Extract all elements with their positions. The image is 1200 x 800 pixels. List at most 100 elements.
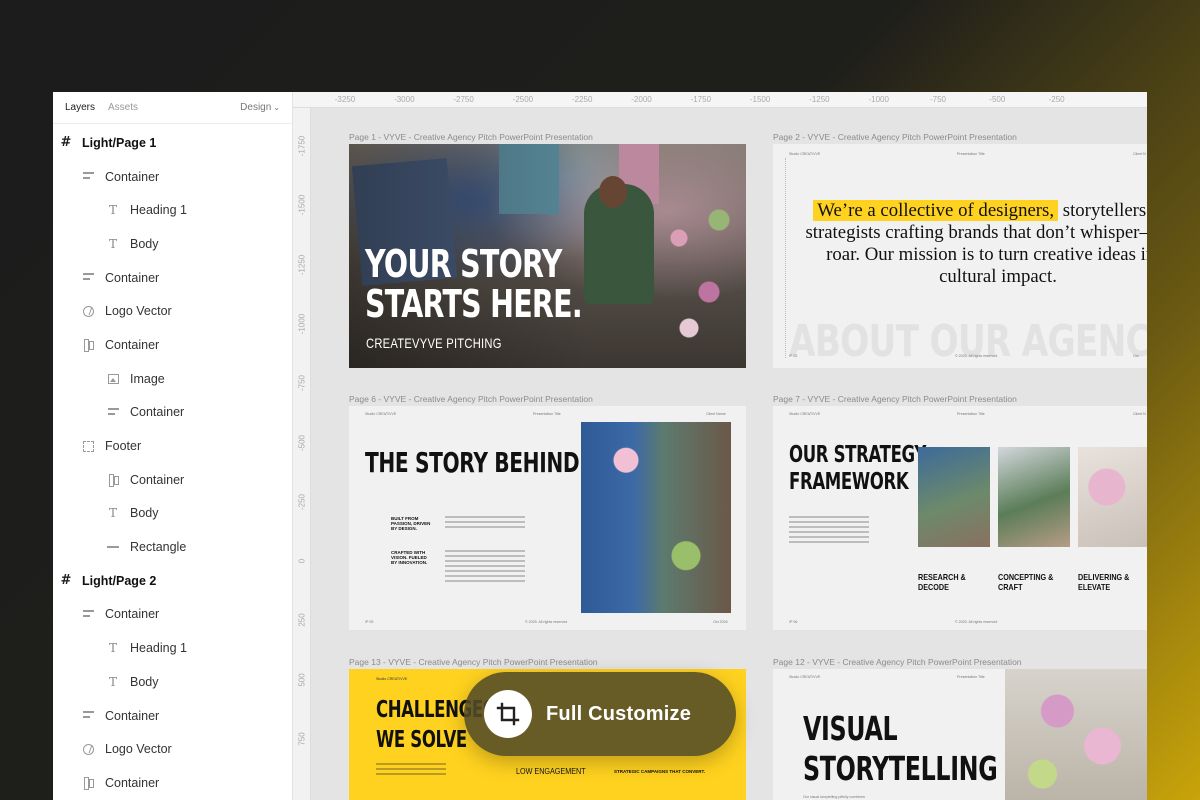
layer-row-light-page-2[interactable]: # Light/Page 2 (53, 564, 292, 598)
full-customize-label: Full Customize (546, 702, 692, 725)
layer-row-container[interactable]: Container (53, 766, 292, 800)
frame-icon: # (60, 573, 72, 589)
layer-label: Rectangle (130, 540, 187, 555)
full-customize-badge[interactable]: Full Customize (464, 672, 736, 756)
copyright: © 2025. All rights reserved (955, 620, 998, 624)
layer-label: Container (130, 472, 185, 487)
vertical-container-icon (106, 473, 120, 488)
layer-label: Container (105, 607, 160, 622)
layer-row-logo-vector[interactable]: Logo Vector (53, 294, 292, 328)
ruler-tick-label: -250 (1048, 95, 1065, 104)
low-engagement-label: LOW ENGAGEMENT (516, 767, 586, 776)
text-icon: T (108, 203, 117, 218)
page-number: /P 05 (365, 620, 374, 624)
vision-caption: CRAFTED WITH VISION. FUELED BY INNOVATIO… (391, 550, 428, 566)
layer-row-light-page-1[interactable]: # Light/Page 1 (53, 126, 292, 160)
slide-page6[interactable]: Studio CREATIVVE Presentation Title Clie… (349, 406, 746, 630)
layer-row-heading-1[interactable]: T Heading 1 (53, 193, 292, 227)
agency-quote: We’re a collective of designers, storyte… (803, 200, 1147, 288)
strategy-title-line1: OUR STRATEGY (789, 442, 927, 468)
layer-row-container[interactable]: Container (53, 699, 292, 733)
layer-row-body[interactable]: T Body (53, 227, 292, 261)
layer-row-body[interactable]: T Body (53, 497, 292, 531)
image-icon (106, 372, 120, 386)
visual-caption: Our visual storytelling pitfully combine… (803, 795, 865, 799)
strategic-campaigns-label: STRATEGIC CAMPAIGNS THAT CONVERT. (614, 769, 705, 774)
page-number: /P 02 (789, 354, 798, 358)
strategy-image-deliver (1078, 447, 1147, 547)
layer-label: Heading 1 (130, 641, 187, 656)
slide-page1[interactable]: YOUR STORY STARTS HERE. CREATEVYVE PITCH… (349, 144, 746, 368)
slide-page2[interactable]: Studio CREATIVVE Presentation Title Clie… (773, 144, 1147, 368)
presentation-title: Presentation Title (957, 412, 985, 416)
hero-title-line1: YOUR STORY (365, 242, 562, 286)
body-paragraph (445, 550, 525, 585)
frame-label-page12[interactable]: Page 12 - VYVE - Creative Agency Pitch P… (773, 657, 1022, 667)
presentation-title: Presentation Title (957, 675, 985, 679)
ruler-tick-label: -2250 (571, 95, 593, 104)
top-ruler: -3250 -3000 -2750 -2500 -2250 -2000 -1750 -1500… (293, 92, 1147, 108)
story-title: THE STORY BEHIND (365, 446, 580, 479)
logo-vector-icon (81, 304, 95, 318)
layer-label: Heading 1 (130, 203, 187, 218)
slide-page7[interactable]: Studio CREATIVVE Presentation Title Clie… (773, 406, 1147, 630)
ruler-tick-label: 750 (297, 732, 307, 746)
strategy-image-research (918, 447, 990, 547)
ghost-heading: ABOUT OUR AGENCY (789, 316, 1147, 367)
frame-label-page6[interactable]: Page 6 - VYVE - Creative Agency Pitch Po… (349, 394, 593, 404)
layer-label: Container (105, 169, 160, 184)
frame-label-page1[interactable]: Page 1 - VYVE - Creative Agency Pitch Po… (349, 132, 593, 142)
layer-row-footer[interactable]: Footer (53, 429, 292, 463)
layer-label: Light/Page 2 (82, 573, 157, 588)
layer-row-container[interactable]: Container (53, 160, 292, 194)
crop-icon-wrap (484, 690, 532, 738)
text-icon: T (108, 506, 117, 521)
tab-layers[interactable]: Layers (65, 102, 95, 113)
layer-label: Body (130, 236, 159, 251)
layer-row-body[interactable]: T Body (53, 665, 292, 699)
slide-page12[interactable]: Studio CREATIVVE Presentation Title VISU… (773, 669, 1147, 800)
layer-row-image[interactable]: Image (53, 362, 292, 396)
ruler-tick-label: -1750 (690, 95, 712, 104)
hero-title-line2: STARTS HERE. (365, 282, 583, 326)
layer-row-container[interactable]: Container (53, 328, 292, 362)
body-paragraph (376, 763, 446, 778)
presentation-title: Presentation Title (957, 152, 985, 156)
presentation-title: Presentation Title (533, 412, 561, 416)
frame-label-page7[interactable]: Page 7 - VYVE - Creative Agency Pitch Po… (773, 394, 1017, 404)
layer-label: Light/Page 1 (82, 135, 157, 150)
deliver-heading-line1: DELIVERING & (1078, 572, 1130, 582)
layer-row-logo-vector[interactable]: Logo Vector (53, 732, 292, 766)
ruler-tick-label: -250 (297, 493, 307, 510)
frame-label-page13[interactable]: Page 13 - VYVE - Creative Agency Pitch P… (349, 657, 598, 667)
studio-name: Studio CREATIVVE (365, 412, 397, 416)
ruler-tick-label: -1250 (297, 254, 307, 275)
logo-vector-icon (81, 742, 95, 756)
tab-assets[interactable]: Assets (108, 102, 138, 113)
layer-row-container[interactable]: Container (53, 396, 292, 430)
deliver-heading: DELIVERING & ELEVATE (1078, 572, 1129, 592)
layer-label: Logo Vector (105, 742, 172, 757)
ruler-tick-label: -1000 (868, 95, 889, 104)
layer-label: Container (130, 405, 185, 420)
layer-row-rectangle[interactable]: Rectangle (53, 530, 292, 564)
visual-title: VISUAL STORYTELLING (803, 709, 998, 789)
ruler-tick-label: -2500 (512, 95, 534, 104)
layer-label: Container (105, 708, 160, 723)
strategy-title: OUR STRATEGY FRAMEWORK (789, 442, 926, 496)
ruler-tick-label: 500 (297, 673, 307, 687)
concept-heading: CONCEPTING & CRAFT (998, 572, 1053, 592)
container-icon (106, 405, 120, 419)
layer-row-container[interactable]: Container (53, 598, 292, 632)
studio-name: Studio CREATIVVE (376, 677, 408, 681)
layer-row-heading-1[interactable]: T Heading 1 (53, 631, 292, 665)
chevron-down-icon: ⌄ (273, 103, 280, 112)
layer-row-container[interactable]: Container (53, 261, 292, 295)
layer-row-container[interactable]: Container (53, 463, 292, 497)
passion-caption: BUILT FROM PASSION, DRIVEN BY DESIGN. (391, 516, 431, 532)
frame-label-page2[interactable]: Page 2 - VYVE - Creative Agency Pitch Po… (773, 132, 1017, 142)
client-name: Client N (1133, 152, 1146, 156)
research-heading-line2: DECODE (918, 582, 949, 592)
design-dropdown[interactable]: Design ⌄ (240, 102, 280, 113)
bouquet-photo (1005, 669, 1147, 800)
